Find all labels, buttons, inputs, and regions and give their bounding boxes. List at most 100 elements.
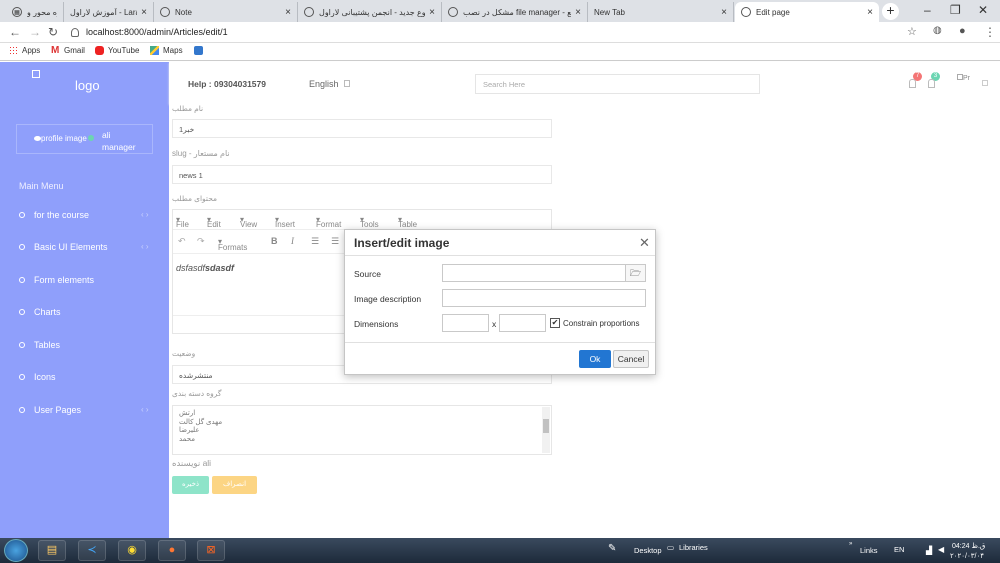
cancel-button[interactable]: انصراف: [212, 476, 257, 494]
clock-date: ۲۰۲۰/۰۳/۰۴: [950, 553, 984, 560]
notes-icon[interactable]: ✎: [608, 543, 616, 554]
tab-note[interactable]: Note ×: [154, 2, 298, 22]
links-label[interactable]: Links: [860, 546, 878, 555]
bell-icon[interactable]: [909, 79, 916, 88]
url-input[interactable]: localhost:8000/admin/Articles/edit/1: [66, 24, 926, 41]
bold-icon[interactable]: B: [271, 236, 278, 246]
list-item[interactable]: ارتش: [179, 410, 545, 419]
close-icon[interactable]: ×: [867, 7, 873, 18]
close-icon[interactable]: ×: [429, 7, 435, 18]
close-icon[interactable]: ×: [285, 7, 291, 18]
tab-new-topic[interactable]: ایجاد موضوع جدید - انجمن پشتیبانی لاراول…: [298, 2, 442, 22]
align-center-icon[interactable]: ☰: [331, 236, 339, 247]
search-input[interactable]: Search Here: [475, 74, 760, 94]
minimize-icon[interactable]: –: [924, 3, 931, 17]
star-icon[interactable]: ☆: [907, 25, 917, 38]
title-input[interactable]: خبر1: [172, 119, 552, 138]
tab-file-manager[interactable]: مشکل در نصب file manager - رفع ×: [442, 2, 588, 22]
sidebar-item-tables[interactable]: Tables: [0, 336, 169, 356]
constrain-checkbox[interactable]: ✔: [550, 318, 560, 328]
source-input[interactable]: [442, 264, 626, 282]
sidebar-item-course[interactable]: for the course ‹ ›: [0, 206, 169, 226]
chevron-down-icon[interactable]: [982, 80, 988, 86]
desktop-label[interactable]: Desktop: [634, 546, 662, 555]
bookmark-gmail[interactable]: M Gmail: [51, 46, 85, 56]
menu-insert[interactable]: Insert ▾: [275, 215, 295, 229]
extension-icon[interactable]: ◍: [933, 25, 942, 36]
file-explorer-icon[interactable]: ▤: [38, 540, 66, 561]
forward-icon[interactable]: →: [29, 25, 41, 39]
sidebar-item-basic-ui[interactable]: Basic UI Elements ‹ ›: [0, 238, 169, 258]
sidebar-item-icons[interactable]: Icons: [0, 368, 169, 388]
cancel-button[interactable]: Cancel: [613, 350, 649, 368]
height-input[interactable]: [499, 314, 546, 332]
list-item[interactable]: محمد: [179, 436, 545, 445]
maximize-icon[interactable]: ❐: [950, 3, 961, 17]
language-indicator[interactable]: EN: [894, 545, 904, 554]
new-tab-button[interactable]: +: [882, 3, 899, 20]
menu-view[interactable]: View ▾: [240, 215, 257, 229]
menu-tools[interactable]: Tools ▾: [360, 215, 379, 229]
sidebar-item-charts[interactable]: Charts: [0, 303, 169, 323]
redo-icon[interactable]: ↷: [197, 236, 205, 247]
italic-icon[interactable]: I: [291, 236, 294, 246]
formats-dropdown[interactable]: Formats ▾: [218, 237, 247, 252]
width-input[interactable]: [442, 314, 489, 332]
chevron-icon[interactable]: »: [849, 541, 852, 547]
network-icon[interactable]: ▟: [926, 546, 932, 555]
mail-icon[interactable]: [928, 79, 935, 88]
close-icon[interactable]: ×: [575, 7, 581, 18]
account-icon[interactable]: ●: [959, 25, 966, 37]
sidebar-item-label: Tables: [34, 340, 61, 350]
source-label: Source: [354, 269, 381, 279]
reload-icon[interactable]: ↻: [48, 25, 58, 39]
clock-time[interactable]: 04:24 ق.ظ: [952, 542, 985, 550]
browse-icon[interactable]: 🗁: [626, 264, 646, 282]
menu-file[interactable]: File ▾: [176, 215, 189, 229]
sidebar-item-user-pages[interactable]: User Pages ‹ ›: [0, 401, 169, 421]
close-window-icon[interactable]: ✕: [978, 3, 988, 17]
xampp-icon[interactable]: ⊠: [197, 540, 225, 561]
scrollbar[interactable]: [542, 407, 550, 453]
scrollbar-thumb[interactable]: [543, 419, 549, 433]
volume-icon[interactable]: ◀: [938, 545, 944, 554]
bookmark-apps[interactable]: Apps: [9, 46, 40, 55]
bookmark-maps[interactable]: Maps: [150, 46, 183, 55]
bookmark-extra[interactable]: [194, 46, 207, 55]
list-item[interactable]: علیرضا: [179, 427, 545, 436]
undo-icon[interactable]: ↶: [178, 236, 186, 247]
vscode-icon[interactable]: ≺: [78, 540, 106, 561]
menu-edit[interactable]: Edit ▾: [207, 215, 221, 229]
category-multiselect[interactable]: ارتش مهدی گل کالت علیرضا محمد: [172, 405, 552, 455]
language-selector[interactable]: English: [309, 79, 351, 89]
tab-new-tab[interactable]: New Tab ×: [588, 2, 734, 22]
tab-title: مشکل در نصب file manager - رفع: [463, 7, 572, 17]
sidebar-item-form-elements[interactable]: Form elements: [0, 271, 169, 291]
list-item[interactable]: مهدی گل کالت: [179, 419, 545, 428]
logo[interactable]: logo: [75, 78, 100, 93]
close-icon[interactable]: ✕: [639, 235, 650, 251]
profile-box[interactable]: profile image ali manager: [16, 124, 153, 154]
editor-content[interactable]: dsfasdfsdasdf: [176, 263, 234, 273]
align-left-icon[interactable]: ☰: [311, 236, 319, 247]
start-button[interactable]: [4, 539, 28, 562]
menu-format[interactable]: Format ▾: [316, 215, 341, 229]
tab-laravel-tutorial[interactable]: آموزش لاراول - Laravel ×: [64, 2, 154, 22]
close-icon[interactable]: ×: [721, 7, 727, 18]
description-input[interactable]: [442, 289, 646, 307]
menu-table[interactable]: Table ▾: [398, 215, 417, 229]
tab-edit-page[interactable]: Edit page ×: [735, 2, 879, 22]
tab-laravel-project[interactable]: ▦ پروژه محور و: [6, 2, 64, 22]
avatar[interactable]: Pr: [957, 74, 970, 82]
bookmark-youtube[interactable]: YouTube: [95, 46, 139, 55]
firefox-icon[interactable]: ●: [158, 540, 186, 561]
save-button[interactable]: ذخیره: [172, 476, 209, 494]
ok-button[interactable]: Ok: [579, 350, 611, 368]
close-icon[interactable]: ×: [141, 7, 147, 18]
chrome-icon[interactable]: ◉: [118, 540, 146, 561]
circle-icon: [19, 407, 25, 413]
menu-dots-icon[interactable]: ⋮: [984, 25, 996, 39]
back-icon[interactable]: ←: [9, 25, 21, 39]
slug-input[interactable]: news 1: [172, 165, 552, 184]
libraries-label[interactable]: Libraries: [679, 543, 708, 552]
